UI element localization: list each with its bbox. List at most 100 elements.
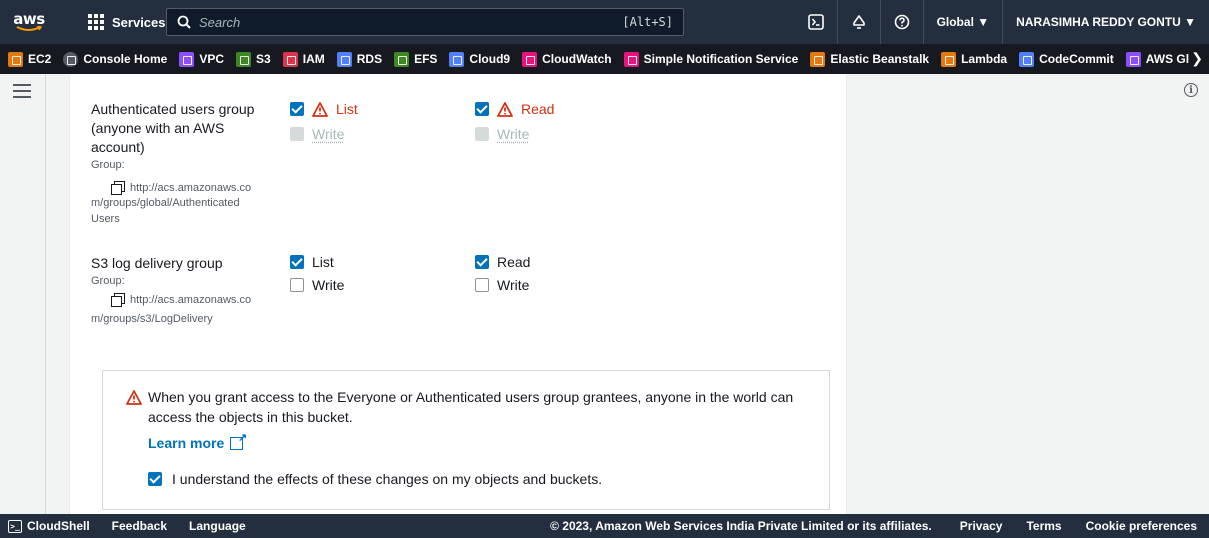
learn-more-link[interactable]: Learn more bbox=[148, 431, 247, 452]
region-selector[interactable]: Global ▼ bbox=[924, 0, 1004, 44]
favorite-label: Elastic Beanstalk bbox=[830, 52, 930, 66]
acl-write-label: Write bbox=[497, 277, 530, 293]
favorite-aws-glue[interactable]: AWS Gl bbox=[1125, 51, 1190, 67]
checkbox-checked[interactable] bbox=[290, 255, 304, 269]
help-button[interactable] bbox=[881, 0, 924, 44]
objects-list-checkbox[interactable]: List bbox=[290, 254, 334, 270]
objects-write-label: Write bbox=[312, 277, 345, 293]
favorite-label: CloudWatch bbox=[542, 52, 612, 66]
favorite-rds[interactable]: RDS bbox=[336, 51, 383, 67]
lambda-icon bbox=[941, 51, 957, 67]
acl-read-checkbox[interactable]: Read bbox=[475, 254, 530, 270]
grantee-uri-continued: m/groups/s3/LogDelivery bbox=[91, 313, 213, 325]
checkbox-checked[interactable] bbox=[475, 255, 489, 269]
favorite-label: EFS bbox=[414, 52, 438, 66]
warning-icon bbox=[126, 390, 142, 405]
checkbox-disabled bbox=[290, 127, 304, 141]
cloudshell-icon: >_ bbox=[8, 519, 22, 533]
objects-list-label: List bbox=[312, 254, 334, 270]
favorite-sns[interactable]: Simple Notification Service bbox=[623, 51, 799, 67]
favorite-cloud9[interactable]: Cloud9 bbox=[449, 51, 511, 67]
services-menu-button[interactable]: Services bbox=[58, 7, 176, 37]
grantee-name: Authenticated users group (anyone with a… bbox=[91, 101, 255, 155]
grantee-log-delivery: S3 log delivery group Group: http://acs.… bbox=[91, 254, 276, 327]
info-icon[interactable]: i bbox=[1184, 83, 1198, 97]
cloudwatch-icon bbox=[522, 51, 538, 67]
efs-icon bbox=[394, 51, 410, 67]
favorite-ec2[interactable]: EC2 bbox=[8, 51, 52, 67]
aws-glue-icon bbox=[1125, 51, 1141, 67]
footer-language-label: Language bbox=[189, 519, 246, 533]
footer-cookie-preferences-link[interactable]: Cookie preferences bbox=[1086, 519, 1197, 533]
favorite-lambda[interactable]: Lambda bbox=[941, 51, 1008, 67]
elastic-beanstalk-icon bbox=[810, 51, 826, 67]
favorite-vpc[interactable]: VPC bbox=[179, 51, 225, 67]
favorite-label: Lambda bbox=[961, 52, 1008, 66]
favorite-cloudwatch[interactable]: CloudWatch bbox=[522, 51, 612, 67]
favorite-label: AWS Gl bbox=[1145, 52, 1190, 66]
copy-icon[interactable] bbox=[111, 293, 125, 307]
footer-cloudshell-button[interactable]: >_ CloudShell bbox=[8, 519, 90, 533]
aws-logo[interactable]: aws bbox=[0, 12, 58, 32]
favorite-iam[interactable]: IAM bbox=[282, 51, 325, 67]
footer-terms-link[interactable]: Terms bbox=[1026, 519, 1061, 533]
menu-icon[interactable] bbox=[13, 84, 31, 98]
checkbox-checked[interactable] bbox=[475, 102, 489, 116]
checkbox-checked[interactable] bbox=[148, 472, 162, 486]
favorite-elastic-beanstalk[interactable]: Elastic Beanstalk bbox=[810, 51, 930, 67]
checkbox-disabled bbox=[475, 127, 489, 141]
objects-write-checkbox: Write bbox=[290, 126, 344, 142]
chevron-right-icon[interactable]: ❯ bbox=[1191, 50, 1203, 67]
favorite-s3[interactable]: S3 bbox=[236, 51, 271, 67]
objects-list-checkbox[interactable]: List bbox=[290, 101, 358, 117]
s3-icon bbox=[236, 51, 252, 67]
footer-language-link[interactable]: Language bbox=[189, 519, 246, 533]
checkbox-unchecked[interactable] bbox=[290, 278, 304, 292]
ec2-icon bbox=[8, 51, 23, 67]
footer-cloudshell-label: CloudShell bbox=[27, 519, 90, 533]
acknowledge-checkbox[interactable]: I understand the effects of these change… bbox=[148, 471, 602, 487]
acl-write-checkbox[interactable]: Write bbox=[475, 277, 529, 293]
footer-privacy-link[interactable]: Privacy bbox=[960, 519, 1003, 533]
favorite-label: RDS bbox=[356, 52, 383, 66]
warning-icon bbox=[312, 101, 328, 117]
favorite-codecommit[interactable]: CodeCommit bbox=[1019, 51, 1114, 67]
alert-message: When you grant access to the Everyone or… bbox=[148, 389, 794, 425]
cloudshell-nav-button[interactable] bbox=[795, 0, 838, 44]
services-label: Services bbox=[112, 14, 166, 30]
notifications-button[interactable] bbox=[838, 0, 881, 44]
left-rail bbox=[0, 74, 46, 514]
objects-write-checkbox[interactable]: Write bbox=[290, 277, 344, 293]
acl-edit-panel: Authenticated users group (anyone with a… bbox=[69, 74, 847, 514]
footer-feedback-link[interactable]: Feedback bbox=[112, 519, 167, 533]
copy-icon[interactable] bbox=[111, 181, 125, 195]
favorite-console-home[interactable]: Console Home bbox=[63, 51, 168, 67]
acl-read-checkbox[interactable]: Read bbox=[475, 101, 554, 117]
favorite-label: Simple Notification Service bbox=[643, 52, 799, 66]
search-placeholder: Search bbox=[199, 14, 241, 30]
cloudshell-icon bbox=[807, 14, 824, 30]
favorite-label: VPC bbox=[199, 52, 225, 66]
warning-icon bbox=[497, 101, 513, 117]
footer-right: © 2023, Amazon Web Services India Privat… bbox=[550, 514, 1197, 538]
acknowledge-label: I understand the effects of these change… bbox=[172, 471, 603, 487]
favorite-label: Console Home bbox=[83, 52, 168, 66]
external-link-icon bbox=[230, 431, 247, 450]
objects-write-label: Write bbox=[312, 126, 345, 142]
acl-read-label: Read bbox=[521, 101, 555, 117]
account-menu[interactable]: NARASIMHA REDDY GONTU ▼ bbox=[1003, 0, 1209, 44]
checkbox-checked[interactable] bbox=[290, 102, 304, 116]
favorite-label: Cloud9 bbox=[469, 52, 511, 66]
favorite-label: S3 bbox=[256, 52, 271, 66]
acl-write-label: Write bbox=[497, 126, 530, 142]
favorite-label: EC2 bbox=[28, 52, 52, 66]
favorite-efs[interactable]: EFS bbox=[394, 51, 438, 67]
grantee-name: S3 log delivery group bbox=[91, 255, 223, 271]
search-input[interactable]: Search [Alt+S] bbox=[166, 8, 684, 36]
checkbox-unchecked[interactable] bbox=[475, 278, 489, 292]
cloud9-icon bbox=[449, 51, 465, 67]
smile-icon bbox=[16, 26, 42, 31]
favorites-bar: EC2 Console Home VPC S3 IAM RDS EFS Clou… bbox=[0, 44, 1209, 74]
bell-icon bbox=[852, 15, 865, 29]
console-home-icon bbox=[63, 51, 79, 67]
